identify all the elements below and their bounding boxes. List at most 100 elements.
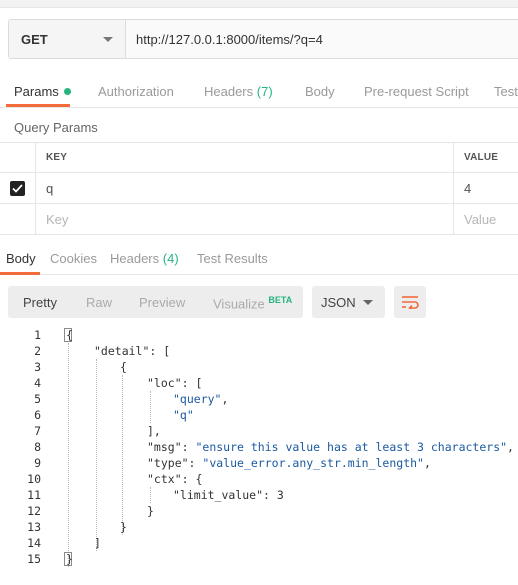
new-key-input[interactable]: Key (36, 204, 454, 234)
tab-response-headers-count: (4) (162, 251, 179, 266)
beta-badge: BETA (268, 295, 293, 305)
tab-tests-label: Test (494, 84, 518, 99)
tab-headers[interactable]: Headers (7) (204, 84, 273, 99)
code-text: ] (94, 536, 101, 550)
code-line: 8 "msg": "ensure this value has at least … (0, 439, 518, 455)
chevron-down-icon (103, 36, 113, 42)
code-line: 14] (0, 535, 518, 551)
chevron-down-icon (363, 299, 373, 305)
line-number: 3 (34, 360, 41, 374)
view-pretty[interactable]: Pretty (23, 295, 57, 310)
code-text: } (147, 504, 154, 518)
code-line: 9 "type": "value_error.any_str.min_length… (0, 455, 518, 471)
code-text: } (120, 520, 127, 534)
line-number: 8 (34, 440, 41, 454)
json-key: "msg" (147, 440, 182, 454)
code-line: 11 "limit_value": 3 (0, 487, 518, 503)
empty-check-cell (0, 204, 36, 234)
params-active-dot-icon (63, 88, 71, 95)
tab-pre-request-script-label: Pre-request Script (364, 84, 469, 99)
json-string: "q" (173, 408, 194, 422)
tab-body[interactable]: Body (305, 84, 335, 99)
json-string: "ensure this value has at least 3 charac… (195, 440, 508, 454)
tab-params[interactable]: Params (14, 84, 71, 99)
tab-pre-request-script[interactable]: Pre-request Script (364, 84, 469, 99)
code-text: { (120, 360, 127, 374)
url-input[interactable]: http://127.0.0.1:8000/items/?q=4 (126, 20, 518, 58)
param-key-cell[interactable]: q (36, 173, 454, 203)
json-string: "value_error.any_str.min_length" (202, 456, 424, 470)
line-number: 7 (34, 424, 41, 438)
code-line: 2 "detail": [ (0, 343, 518, 359)
tab-authorization-label: Authorization (98, 84, 174, 99)
response-json-viewer[interactable]: 1{ 2 "detail": [ 3{ 4 "loc": [ 5 "query", 6… (0, 327, 518, 567)
key-placeholder: Key (46, 211, 69, 227)
code-text: "loc": [ (147, 376, 203, 390)
response-tabs: Body Cookies Headers (4) Test Results (0, 243, 518, 275)
line-number: 13 (27, 520, 41, 534)
tab-params-label: Params (14, 84, 59, 99)
code-line: 3{ (0, 359, 518, 375)
view-raw[interactable]: Raw (86, 295, 112, 310)
tab-body-label: Body (305, 84, 335, 99)
header-key-cell: KEY (36, 143, 454, 172)
wrap-lines-button[interactable] (394, 286, 426, 318)
param-value-cell[interactable]: 4 (454, 173, 518, 203)
code-text: } (66, 552, 73, 566)
top-strip (0, 0, 518, 8)
query-params-table: KEY VALUE q 4 Key Value (0, 142, 518, 235)
query-params-title: Query Params (14, 120, 98, 135)
code-line: 12} (0, 503, 518, 519)
line-number: 9 (34, 456, 41, 470)
request-tabs: Params Authorization Headers (7) Body Pr… (0, 76, 518, 108)
table-header-row: KEY VALUE (0, 142, 518, 173)
tab-cookies-label: Cookies (50, 251, 97, 266)
request-bar: GET http://127.0.0.1:8000/items/?q=4 (8, 19, 518, 59)
line-number: 12 (27, 504, 41, 518)
tab-response-body[interactable]: Body (6, 251, 36, 266)
tab-authorization[interactable]: Authorization (98, 84, 174, 99)
method-label: GET (21, 31, 48, 47)
param-checkbox[interactable] (10, 180, 25, 196)
line-number: 11 (27, 488, 41, 502)
value-placeholder: Value (464, 211, 497, 227)
json-key: "ctx" (147, 472, 182, 486)
code-line: 1{ (0, 327, 518, 343)
code-text: "msg": "ensure this value has at least 3… (147, 440, 514, 454)
url-text: http://127.0.0.1:8000/items/?q=4 (136, 31, 323, 47)
json-key: "type" (147, 456, 189, 470)
code-line: 6 "q" (0, 407, 518, 423)
tab-response-headers-label: Headers (110, 251, 160, 266)
method-select[interactable]: GET (9, 20, 126, 58)
json-string: "query" (173, 392, 222, 406)
header-check-cell (0, 143, 36, 172)
line-number: 4 (34, 376, 41, 390)
line-number: 10 (27, 472, 41, 486)
header-value-cell: VALUE (454, 143, 518, 172)
tab-tests[interactable]: Test (494, 84, 518, 99)
line-number: 6 (34, 408, 41, 422)
json-key: "loc" (147, 376, 182, 390)
header-key-label: KEY (46, 152, 68, 163)
code-line: 5 "query", (0, 391, 518, 407)
view-visualize[interactable]: Visualize BETA (213, 295, 292, 311)
code-text: { (66, 328, 73, 342)
code-text: "type": "value_error.any_str.min_length"… (147, 456, 431, 470)
view-visualize-label: Visualize (213, 296, 265, 312)
json-key: "detail" (94, 344, 150, 358)
code-line: 13} (0, 519, 518, 535)
active-response-tab-indicator (0, 272, 40, 275)
code-text: "q" (173, 407, 194, 423)
tab-test-results-label: Test Results (197, 251, 268, 266)
new-value-input[interactable]: Value (454, 204, 518, 234)
code-text: ], (147, 424, 161, 438)
table-row-empty: Key Value (0, 204, 518, 235)
line-number: 5 (34, 392, 41, 406)
tab-response-headers[interactable]: Headers (4) (110, 251, 179, 266)
tab-headers-label: Headers (204, 84, 254, 99)
tab-test-results[interactable]: Test Results (197, 251, 268, 266)
json-key: "limit_value" (173, 488, 264, 502)
tab-cookies[interactable]: Cookies (50, 251, 97, 266)
view-preview[interactable]: Preview (139, 295, 185, 310)
format-select[interactable]: JSON (312, 286, 385, 318)
